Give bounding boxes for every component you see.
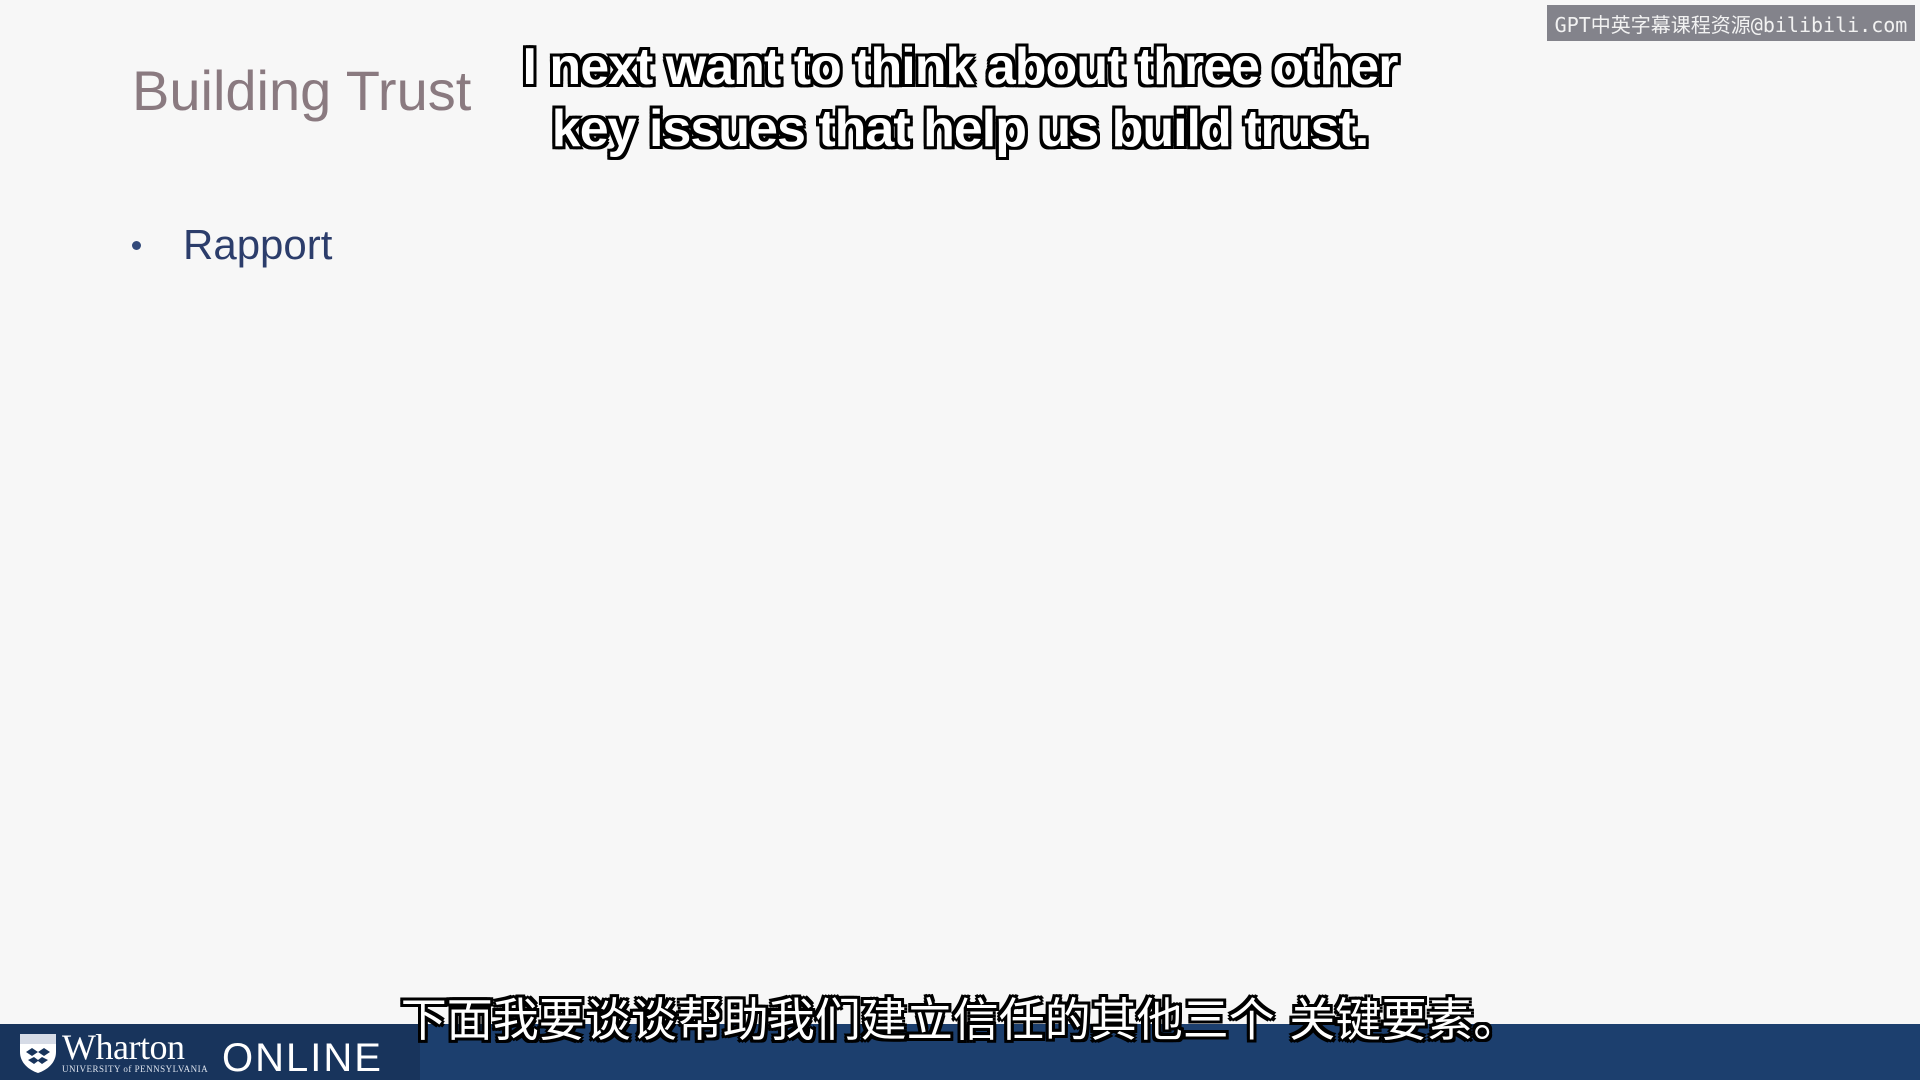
watermark: GPT中英字幕课程资源@bilibili.com [1547, 5, 1915, 41]
bullet-dot-icon [132, 240, 141, 250]
bullet-text: Rapport [183, 221, 333, 268]
english-subtitle: I next want to think about three other k… [0, 36, 1920, 160]
bullet-item-rapport: Rapport [132, 218, 332, 272]
wharton-subline: UNIVERSITY of PENNSYLVANIA [62, 1064, 209, 1074]
english-subtitle-line-2: key issues that help us build trust. [551, 100, 1369, 158]
bullet-list: Rapport [132, 218, 332, 272]
english-subtitle-line-1: I next want to think about three other [522, 38, 1399, 96]
video-frame: Building Trust Rapport I next want to th… [0, 0, 1920, 1080]
chinese-subtitle: 下面我要谈谈帮助我们建立信任的其他三个 关键要素。 [400, 993, 1520, 1047]
